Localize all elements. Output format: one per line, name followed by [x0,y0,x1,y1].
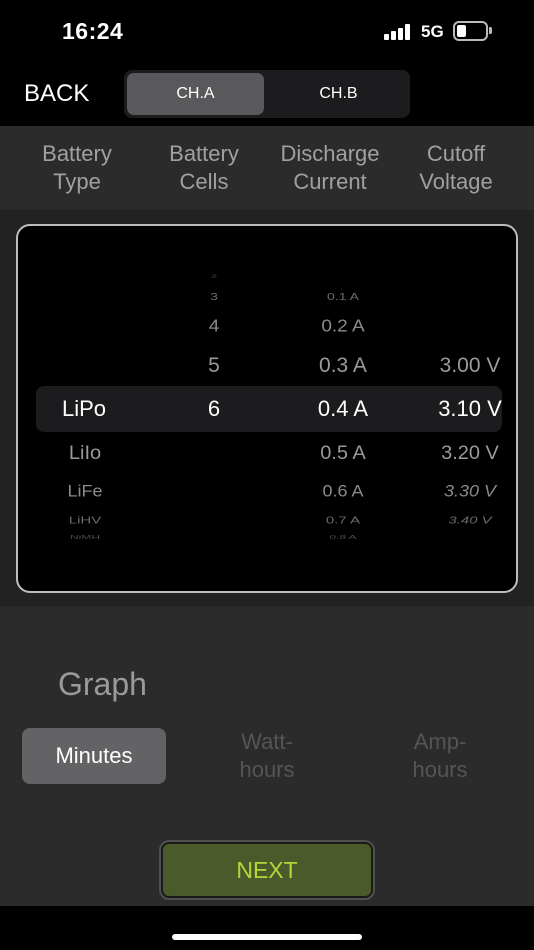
graph-label: Graph [58,666,147,702]
picker-discharge-option[interactable]: 0.5 A [298,442,388,464]
graph-option-amp-hours[interactable]: Amp- hours [370,728,510,784]
picker-discharge-option[interactable]: 0.3 A [298,354,388,378]
picker-battery-cells-option[interactable]: 3 [194,290,234,302]
network-type: 5G [421,22,444,41]
tab-channel-b[interactable]: CH.B [270,73,407,115]
header-line: Cells [179,169,229,194]
battery-tip [489,27,492,34]
picker-battery-type-option[interactable]: NiMH [50,534,120,540]
picker-cutoff-option[interactable]: 3.20 V [428,442,512,464]
header-battery-type: Battery Type [12,140,142,196]
picker-discharge-selected[interactable]: 0.4 A [298,396,388,422]
battery-low-icon [453,21,488,41]
picker-battery-cells-option[interactable]: 2 [194,273,234,278]
option-line: hours [239,757,295,782]
picker-cutoff-selected[interactable]: 3.10 V [428,396,512,422]
header-line: Battery [42,141,112,166]
header-line: Cutoff [426,141,486,166]
picker-discharge-option[interactable]: 0.2 A [298,317,388,337]
picker-discharge-option[interactable]: 0.8 A [298,534,388,540]
picker-battery-cells-option[interactable]: 5 [194,354,234,378]
header-line: Battery [169,141,239,166]
picker-battery-type-option[interactable]: LiFe [50,482,120,501]
picker-cutoff-option[interactable]: 3.40 V [428,515,512,527]
graph-option-watt-hours[interactable]: Watt- hours [196,728,338,784]
header-cutoff-voltage: Cutoff Voltage [391,140,521,196]
next-button[interactable]: NEXT [159,840,375,900]
header-line: Type [53,169,101,194]
status-bar: 16:24 5G [0,0,534,64]
graph-option-minutes[interactable]: Minutes [22,728,166,784]
channel-selector: CH.A CH.B [124,70,410,118]
header-line: Discharge [280,141,380,166]
picker-battery-cells-selected[interactable]: 6 [194,396,234,422]
option-line: Watt- [241,729,293,754]
picker-battery-type-option[interactable]: LiHV [50,515,120,527]
picker-discharge-option[interactable]: 0.1 A [298,290,388,302]
charger-setup-screen: 16:24 5G BACK CH.A CH.B Battery Type Bat… [0,0,534,950]
header-battery-cells: Battery Cells [139,140,269,196]
cellular-signal-icon [384,24,412,40]
option-line: hours [412,757,468,782]
picker-cutoff-option[interactable]: 3.30 V [428,482,512,501]
picker-battery-type-option[interactable]: LiIo [50,442,120,464]
tab-channel-a[interactable]: CH.A [127,73,264,115]
picker-battery-type-selected[interactable]: LiPo [48,396,120,422]
picker-discharge-option[interactable]: 0.7 A [298,515,388,527]
home-indicator[interactable] [172,934,362,940]
status-time: 16:24 [62,18,124,44]
battery-settings-picker[interactable]: LiPo LiIo LiFe LiHV NiMH 2 3 4 5 6 0.1 A… [16,224,518,593]
header-discharge-current: Discharge Current [265,140,395,196]
header-line: Voltage [419,169,493,194]
picker-battery-cells-option[interactable]: 4 [194,317,234,337]
picker-column-headers: Battery Type Battery Cells Discharge Cur… [0,126,534,210]
header-line: Current [293,169,367,194]
option-line: Amp- [413,729,467,754]
picker-discharge-option[interactable]: 0.6 A [298,482,388,501]
back-button[interactable]: BACK [24,80,89,108]
picker-cutoff-option[interactable]: 3.00 V [428,354,512,378]
